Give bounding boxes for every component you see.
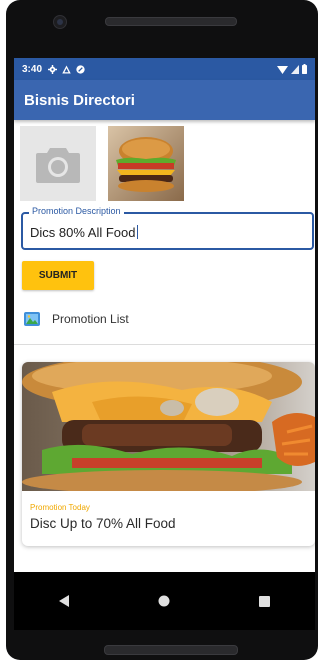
phone-frame: 3:40 Bisnis Directori Promotion Descript… bbox=[6, 0, 318, 660]
front-camera bbox=[53, 15, 67, 29]
divider bbox=[14, 344, 315, 345]
submit-button[interactable]: SUBMIT bbox=[22, 261, 94, 290]
wifi-icon bbox=[277, 65, 288, 74]
promotion-card[interactable]: Promotion Today Disc Up to 70% All Food bbox=[22, 362, 315, 546]
status-time: 3:40 bbox=[22, 63, 43, 75]
promotion-title: Disc Up to 70% All Food bbox=[30, 516, 176, 531]
main-content: Promotion Description Dics 80% All Food … bbox=[14, 120, 315, 570]
gear-icon bbox=[48, 64, 58, 74]
earpiece-speaker bbox=[105, 17, 237, 26]
recents-icon bbox=[259, 595, 271, 607]
promotion-description-value: Dics 80% All Food bbox=[30, 225, 136, 240]
signal-icon bbox=[291, 64, 299, 74]
alert-icon bbox=[62, 64, 71, 74]
image-gallery-icon bbox=[24, 312, 40, 326]
camera-icon bbox=[36, 147, 80, 183]
promotion-description-input[interactable]: Promotion Description Dics 80% All Food bbox=[21, 206, 314, 250]
battery-icon bbox=[302, 64, 307, 74]
promotion-tag: Promotion Today bbox=[30, 503, 90, 512]
burger-thumbnail-image bbox=[108, 126, 184, 201]
system-navigation-bar bbox=[14, 572, 315, 630]
app-bar: Bisnis Directori bbox=[14, 80, 315, 120]
promotion-list-link[interactable]: Promotion List bbox=[24, 312, 129, 326]
promotion-description-label: Promotion Description bbox=[29, 206, 124, 216]
status-bar: 3:40 bbox=[14, 58, 315, 80]
promotion-list-label: Promotion List bbox=[52, 312, 129, 326]
photo-picker[interactable] bbox=[20, 126, 96, 201]
text-cursor bbox=[136, 225, 138, 239]
back-icon bbox=[59, 595, 70, 607]
app-screen: 3:40 Bisnis Directori Promotion Descript… bbox=[14, 58, 315, 630]
app-title: Bisnis Directori bbox=[24, 91, 135, 109]
selected-photo-thumbnail[interactable] bbox=[108, 126, 184, 201]
back-button[interactable] bbox=[44, 581, 84, 621]
bottom-speaker bbox=[104, 645, 238, 655]
sync-icon bbox=[76, 64, 85, 74]
home-icon bbox=[158, 595, 170, 607]
burger-promo-image bbox=[22, 362, 315, 491]
home-button[interactable] bbox=[144, 581, 184, 621]
recents-button[interactable] bbox=[245, 581, 285, 621]
